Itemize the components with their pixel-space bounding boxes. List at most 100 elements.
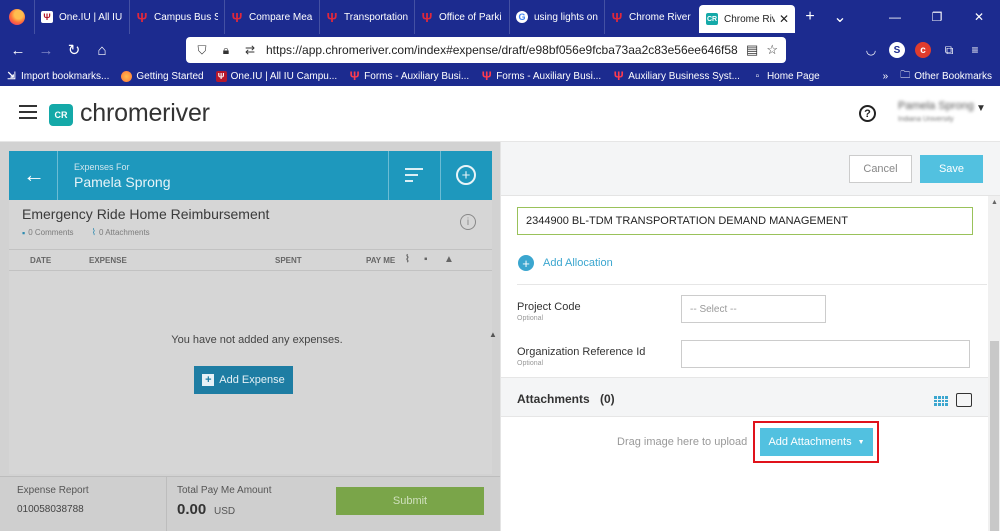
firefox-icon xyxy=(121,70,133,82)
c-extension-icon[interactable]: c xyxy=(915,42,931,58)
bookmark-getting-started[interactable]: Getting Started xyxy=(115,70,209,82)
add-circle-icon[interactable]: + xyxy=(456,165,476,185)
submit-button[interactable]: Submit xyxy=(336,487,484,515)
bookmark-home-page[interactable]: ▫ Home Page xyxy=(746,71,826,82)
tab-transportation[interactable]: Ψ Transportation xyxy=(319,0,414,34)
info-icon[interactable]: i xyxy=(460,214,476,230)
close-window-icon[interactable]: ✕ xyxy=(958,0,1000,34)
comment-icon: ▪ xyxy=(22,227,26,238)
iu-trident-icon: Ψ xyxy=(481,69,492,83)
app-logo-text: chromeriver xyxy=(80,99,210,127)
iu-trident-icon: Ψ xyxy=(326,9,338,25)
menu-icon[interactable]: ≡ xyxy=(962,38,988,62)
s-extension-icon[interactable]: S xyxy=(889,42,905,58)
caret-down-icon: ▼ xyxy=(857,438,865,446)
new-tab-icon[interactable]: + xyxy=(795,0,825,34)
sort-icon[interactable] xyxy=(405,168,423,186)
browser-tab-strip: ΨOne.IU | All IU ΨCampus Bus Se ΨCompare… xyxy=(0,0,1000,34)
org-ref-optional: Optional xyxy=(517,360,544,367)
lock-icon[interactable]: 🔒︎ xyxy=(218,43,234,58)
add-attachments-button[interactable]: Add Attachments ▼ xyxy=(760,428,873,456)
chevron-down-icon[interactable]: ▼ xyxy=(976,103,986,114)
user-name[interactable]: Pamela Sprong xyxy=(898,100,974,112)
fullscreen-icon[interactable] xyxy=(956,393,972,407)
grid-view-icon[interactable] xyxy=(934,396,948,406)
iu-trident-icon: Ψ xyxy=(136,9,148,25)
add-expense-button[interactable]: + Add Expense xyxy=(194,366,293,394)
bookmark-forms-1[interactable]: Ψ Forms - Auxiliary Busi... xyxy=(343,69,475,83)
import-icon: ⇲ xyxy=(7,70,16,82)
cancel-button[interactable]: Cancel xyxy=(849,155,912,183)
tab-campus-bus[interactable]: ΨCampus Bus Se xyxy=(129,0,224,34)
shield-icon[interactable]: ⛉ xyxy=(194,43,210,58)
comment-icon: ▪ xyxy=(424,254,428,265)
tab-one-iu[interactable]: Ψ One.IU | All IU xyxy=(34,0,129,34)
close-tab-icon[interactable]: ✕ xyxy=(775,12,789,26)
tab-chrome-river-t[interactable]: Ψ Chrome River T xyxy=(604,0,699,34)
save-button[interactable]: Save xyxy=(920,155,983,183)
chevron-double-right-icon[interactable]: » xyxy=(883,71,889,82)
expenses-for-label: Expenses For xyxy=(74,162,130,172)
minimize-icon[interactable]: — xyxy=(874,0,916,34)
report-card: Emergency Ride Home Reimbursement i ▪ 0 … xyxy=(9,200,497,531)
project-code-label: Project Code xyxy=(517,301,581,313)
bookmark-aux-business[interactable]: Ψ Auxiliary Business Syst... xyxy=(607,69,746,83)
bookmarks-overflow: » 🗀︎ Other Bookmarks xyxy=(883,66,992,86)
scrollbar[interactable]: ▲ xyxy=(988,196,1000,531)
col-date: DATE xyxy=(30,256,52,265)
divider xyxy=(166,477,167,531)
divider xyxy=(388,151,389,200)
permissions-icon[interactable]: ⇄ xyxy=(242,43,258,57)
add-allocation-link[interactable]: + Add Allocation xyxy=(518,255,613,271)
url-text[interactable]: https://app.chromeriver.com/index#expens… xyxy=(266,43,738,57)
allocation-field[interactable]: 2344900 BL-TDM TRANSPORTATION DEMAND MAN… xyxy=(517,207,973,235)
bookmark-import[interactable]: ⇲ Import bookmarks... xyxy=(0,71,115,82)
pocket-icon[interactable]: ◡ xyxy=(858,38,884,62)
comments-count[interactable]: 0 Comments xyxy=(28,228,73,237)
bookmark-forms-2[interactable]: Ψ Forms - Auxiliary Busi... xyxy=(475,69,607,83)
restore-icon[interactable]: ❐ xyxy=(916,0,958,34)
scroll-up-icon[interactable]: ▲ xyxy=(991,199,998,206)
plus-icon: + xyxy=(202,374,215,386)
scrollbar-thumb[interactable] xyxy=(990,341,999,531)
window-controls: — ❐ ✕ xyxy=(874,0,1000,34)
firefox-icon[interactable] xyxy=(0,0,34,34)
bookmark-one-iu[interactable]: Ψ One.IU | All IU Campu... xyxy=(210,70,344,82)
owner-name: Pamela Sprong xyxy=(74,174,171,190)
tab-compare-meal[interactable]: Ψ Compare Meal xyxy=(224,0,319,34)
chevron-down-icon[interactable]: ⌄ xyxy=(825,0,855,34)
back-arrow-icon[interactable]: ← xyxy=(23,162,45,188)
chromeriver-logo-icon: CR xyxy=(49,104,73,126)
bookmarks-bar: ⇲ Import bookmarks... Getting Started Ψ On… xyxy=(0,66,1000,86)
tab-using-lights[interactable]: Gusing lights on xyxy=(509,0,604,34)
tab-office-of-parking[interactable]: Ψ Office of Parki xyxy=(414,0,509,34)
url-bar[interactable]: ⛉ 🔒︎ ⇄ https://app.chromeriver.com/index… xyxy=(186,37,786,63)
hamburger-menu-icon[interactable] xyxy=(19,105,37,119)
col-expense: EXPENSE xyxy=(89,256,127,265)
org-ref-label: Organization Reference Id xyxy=(517,346,646,358)
extensions-puzzle-icon[interactable]: ⧉ xyxy=(936,38,962,62)
reader-view-icon[interactable]: ▤ xyxy=(746,42,758,58)
app-header: CR chromeriver ? Pamela Sprong Indiana U… xyxy=(0,86,1000,142)
iu-trident-icon: Ψ xyxy=(349,69,360,83)
iu-trident-icon: Ψ xyxy=(215,70,227,82)
expenses-header: ← Expenses For Pamela Sprong + xyxy=(9,151,492,200)
project-code-select[interactable]: -- Select -- xyxy=(681,295,826,323)
report-title: Emergency Ride Home Reimbursement xyxy=(22,206,270,222)
other-bookmarks[interactable]: Other Bookmarks xyxy=(914,71,992,82)
attachments-count[interactable]: 0 Attachments xyxy=(99,228,150,237)
paperclip-icon: ⌇ xyxy=(405,254,410,265)
reload-icon[interactable]: ↻ xyxy=(60,36,88,64)
tab-chrome-river-active[interactable]: CR Chrome Riv ✕ xyxy=(699,5,795,33)
org-ref-input[interactable] xyxy=(681,340,970,368)
iu-trident-icon: Ψ xyxy=(611,9,623,25)
folder-icon: 🗀︎ xyxy=(900,69,911,81)
bookmark-star-icon[interactable]: ☆ xyxy=(766,42,778,58)
plus-circle-icon: + xyxy=(518,255,534,271)
home-icon[interactable]: ⌂ xyxy=(88,36,116,64)
forward-arrow-icon[interactable]: → xyxy=(32,36,60,64)
col-pay-me: PAY ME xyxy=(366,256,396,265)
back-arrow-icon[interactable]: ← xyxy=(4,36,32,64)
help-icon[interactable]: ? xyxy=(859,105,876,122)
report-meta: ▪ 0 Comments ⌇ 0 Attachments xyxy=(22,227,150,238)
